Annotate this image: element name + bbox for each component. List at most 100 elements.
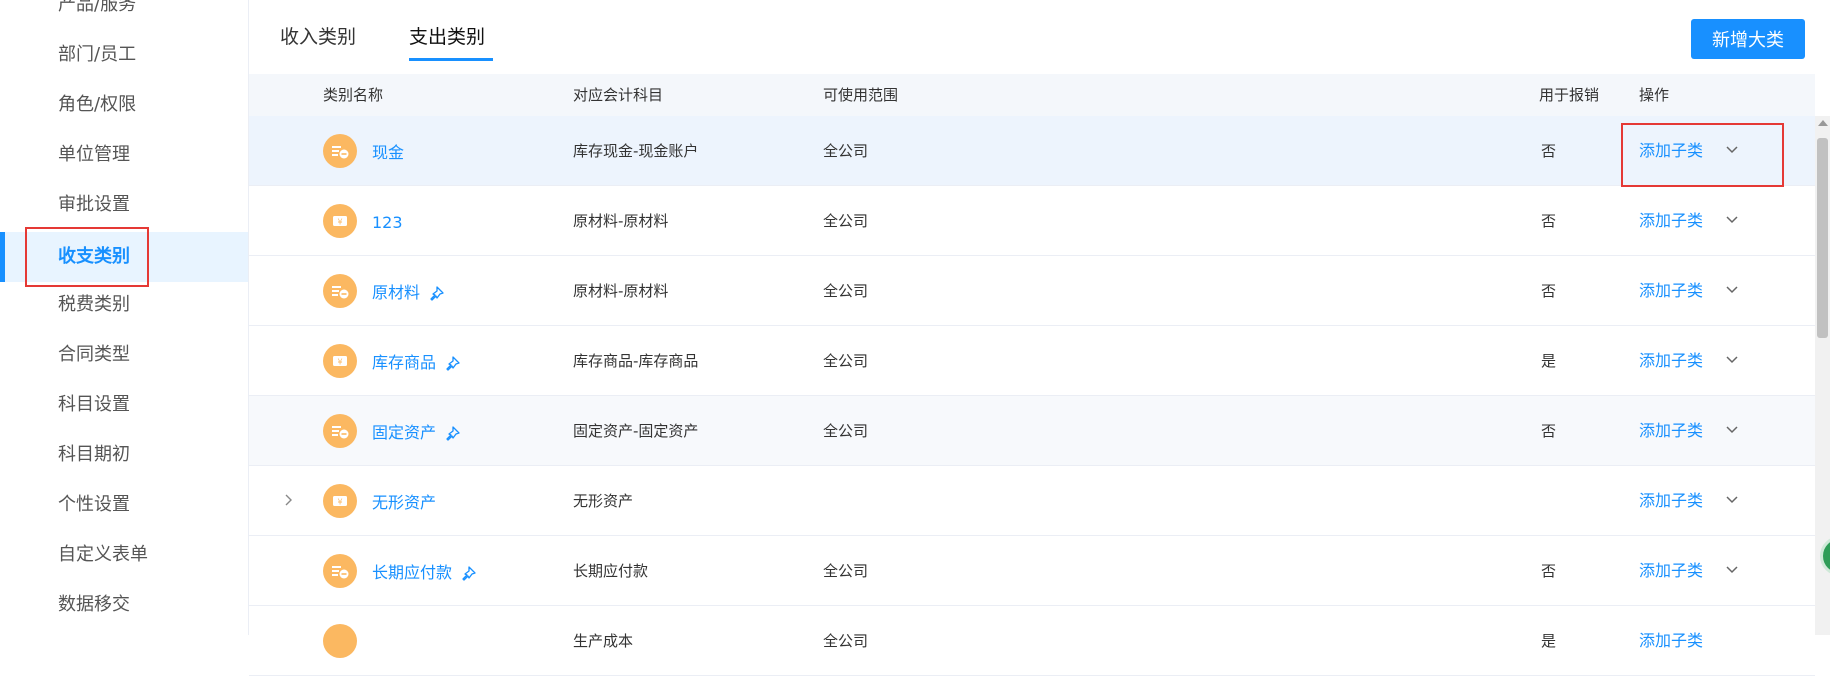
table-row[interactable]: ¥ 无形资产 无形资产 添加子类: [249, 466, 1815, 536]
category-name[interactable]: 库存商品: [372, 326, 462, 400]
account-cell: 生产成本: [573, 632, 634, 650]
add-subcategory-link[interactable]: 添加子类: [1639, 466, 1703, 536]
add-category-button[interactable]: 新增大类: [1691, 19, 1805, 59]
chevron-down-icon[interactable]: [1725, 213, 1739, 227]
scope-cell: 全公司: [823, 632, 869, 650]
table-row[interactable]: 长期应付款 长期应付款 全公司 否 添加子类: [249, 536, 1815, 606]
add-subcategory-link[interactable]: 添加子类: [1639, 396, 1703, 466]
chevron-down-icon[interactable]: [1725, 283, 1739, 297]
category-name[interactable]: 无形资产: [372, 466, 436, 540]
reimburse-cell: 否: [1541, 422, 1557, 440]
category-name[interactable]: 现金: [372, 116, 404, 190]
scope-cell: 全公司: [823, 212, 869, 230]
reimburse-cell: 是: [1541, 632, 1557, 650]
category-icon: ¥: [323, 484, 357, 518]
expand-chevron-icon[interactable]: [283, 492, 295, 508]
category-name[interactable]: 固定资产: [372, 396, 462, 470]
category-name-text: 原材料: [372, 283, 421, 302]
account-cell: 固定资产-固定资产: [573, 422, 699, 440]
chevron-down-icon[interactable]: [1725, 353, 1739, 367]
sidebar-item-products[interactable]: 产品/服务: [0, 0, 248, 30]
category-icon: [323, 274, 357, 308]
table-row[interactable]: 现金 库存现金-现金账户 全公司 否 添加子类: [249, 116, 1815, 186]
sidebar-item-tax[interactable]: 税费类别: [0, 280, 248, 330]
add-subcategory-link[interactable]: 添加子类: [1639, 186, 1703, 256]
category-name-text: 库存商品: [372, 353, 437, 372]
table-row[interactable]: ¥ 库存商品 库存商品-库存商品 全公司 是 添加子类: [249, 326, 1815, 396]
main-content: 收入类别 支出类别 新增大类 类别名称 对应会计科目 可使用范围 用于报销 操作…: [249, 0, 1830, 676]
category-icon: ¥: [323, 204, 357, 238]
table-header: 类别名称 对应会计科目 可使用范围 用于报销 操作: [249, 74, 1815, 116]
scope-cell: 全公司: [823, 282, 869, 300]
pin-icon[interactable]: [460, 565, 478, 583]
sidebar-item-contract[interactable]: 合同类型: [0, 330, 248, 380]
account-cell: 原材料-原材料: [573, 212, 669, 230]
reimburse-cell: 是: [1541, 352, 1557, 370]
reimburse-cell: 否: [1541, 562, 1557, 580]
table-row[interactable]: 生产成本 全公司 是 添加子类: [249, 606, 1815, 676]
sidebar-item-subjects[interactable]: 科目设置: [0, 380, 248, 430]
sidebar-item-roles[interactable]: 角色/权限: [0, 80, 248, 130]
tab-expense[interactable]: 支出类别: [409, 22, 485, 49]
table-row[interactable]: ¥ 123 原材料-原材料 全公司 否 添加子类: [249, 186, 1815, 256]
scope-cell: 全公司: [823, 562, 869, 580]
category-name[interactable]: 123: [372, 186, 403, 260]
account-cell: 无形资产: [573, 492, 634, 510]
tab-income[interactable]: 收入类别: [280, 22, 356, 49]
category-name[interactable]: 原材料: [372, 256, 446, 330]
header-name: 类别名称: [323, 86, 384, 104]
sidebar-active-indicator: [0, 232, 5, 282]
reimburse-cell: 否: [1541, 142, 1557, 160]
tab-active-underline: [409, 58, 493, 61]
scroll-up-arrow-icon[interactable]: [1818, 120, 1828, 126]
header-reimburse: 用于报销: [1539, 86, 1600, 104]
category-icon: [323, 554, 357, 588]
table-row[interactable]: 固定资产 固定资产-固定资产 全公司 否 添加子类: [249, 396, 1815, 466]
pin-icon[interactable]: [444, 355, 462, 373]
account-cell: 库存现金-现金账户: [573, 142, 699, 160]
account-cell: 原材料-原材料: [573, 282, 669, 300]
category-name[interactable]: 长期应付款: [372, 536, 478, 610]
svg-text:¥: ¥: [337, 358, 342, 367]
sidebar-item-personal[interactable]: 个性设置: [0, 480, 248, 530]
add-subcategory-link[interactable]: 添加子类: [1639, 256, 1703, 326]
reimburse-cell: 否: [1541, 212, 1557, 230]
header-scope: 可使用范围: [823, 86, 899, 104]
header-ops: 操作: [1639, 86, 1670, 104]
account-cell: 库存商品-库存商品: [573, 352, 699, 370]
sidebar-item-units[interactable]: 单位管理: [0, 130, 248, 180]
reimburse-cell: 否: [1541, 282, 1557, 300]
scope-cell: 全公司: [823, 422, 869, 440]
add-subcategory-link[interactable]: 添加子类: [1639, 326, 1703, 396]
category-icon: ¥: [323, 344, 357, 378]
svg-text:¥: ¥: [337, 498, 342, 507]
sidebar-item-departments[interactable]: 部门/员工: [0, 30, 248, 80]
highlight-box-operation: [1621, 123, 1784, 187]
highlight-box-sidebar: [25, 227, 149, 287]
scope-cell: 全公司: [823, 352, 869, 370]
scope-cell: 全公司: [823, 142, 869, 160]
category-icon: [323, 624, 357, 658]
category-name-text: 固定资产: [372, 423, 437, 442]
add-subcategory-link[interactable]: 添加子类: [1639, 606, 1703, 676]
account-cell: 长期应付款: [573, 562, 649, 580]
sidebar-item-approval[interactable]: 审批设置: [0, 180, 248, 230]
tab-bar: 收入类别 支出类别 新增大类: [249, 0, 1830, 74]
category-name-text: 长期应付款: [372, 563, 453, 582]
category-icon: [323, 134, 357, 168]
category-icon: [323, 414, 357, 448]
sidebar: 产品/服务 部门/员工 角色/权限 单位管理 审批设置 收支类别 税费类别 合同…: [0, 0, 249, 635]
pin-icon[interactable]: [428, 285, 446, 303]
add-subcategory-link[interactable]: 添加子类: [1639, 536, 1703, 606]
scroll-thumb[interactable]: [1817, 138, 1828, 338]
header-account: 对应会计科目: [573, 86, 664, 104]
sidebar-item-opening[interactable]: 科目期初: [0, 430, 248, 480]
chevron-down-icon[interactable]: [1725, 423, 1739, 437]
chevron-down-icon[interactable]: [1725, 493, 1739, 507]
sidebar-item-data-transfer[interactable]: 数据移交: [0, 580, 248, 630]
pin-icon[interactable]: [444, 425, 462, 443]
sidebar-item-custom-form[interactable]: 自定义表单: [0, 530, 248, 580]
table-row[interactable]: 原材料 原材料-原材料 全公司 否 添加子类: [249, 256, 1815, 326]
chevron-down-icon[interactable]: [1725, 563, 1739, 577]
svg-text:¥: ¥: [337, 218, 342, 227]
